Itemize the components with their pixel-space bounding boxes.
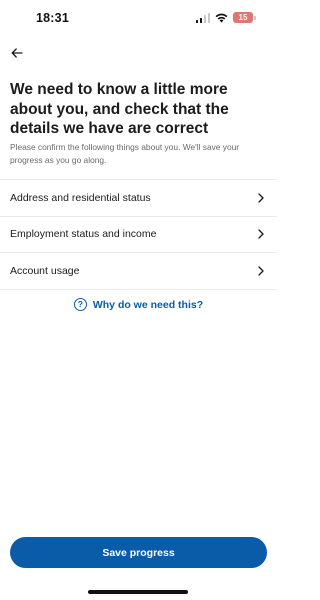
chevron-right-icon <box>258 193 264 203</box>
home-indicator <box>88 590 188 594</box>
menu-item-account-usage[interactable]: Account usage <box>0 253 277 290</box>
menu-item-label: Address and residential status <box>10 191 151 204</box>
save-progress-button[interactable]: Save progress <box>10 537 267 568</box>
arrow-left-icon <box>11 48 23 58</box>
page-title: We need to know a little more about you,… <box>10 81 229 137</box>
chevron-right-icon <box>258 229 264 239</box>
wifi-icon <box>215 13 228 23</box>
status-bar: 18:31 15 <box>0 0 277 36</box>
cellular-signal-icon <box>195 12 210 23</box>
chevron-right-icon <box>258 266 264 276</box>
details-menu: Address and residential status Employmen… <box>0 179 277 290</box>
status-time: 18:31 <box>36 11 69 25</box>
menu-item-employment[interactable]: Employment status and income <box>0 217 277 253</box>
page-subtitle: Please confirm the following things abou… <box>10 142 240 165</box>
why-link-label: Why do we need this? <box>92 298 204 311</box>
menu-item-label: Account usage <box>10 264 80 277</box>
why-do-we-need-this-link[interactable]: ? Why do we need this? <box>0 298 277 311</box>
status-icons: 15 <box>195 12 256 23</box>
menu-item-label: Employment status and income <box>10 228 157 241</box>
battery-icon: 15 <box>233 12 256 23</box>
battery-level: 15 <box>238 12 248 22</box>
menu-item-address[interactable]: Address and residential status <box>0 180 277 217</box>
back-button[interactable] <box>9 45 25 61</box>
question-circle-icon: ? <box>73 298 87 311</box>
